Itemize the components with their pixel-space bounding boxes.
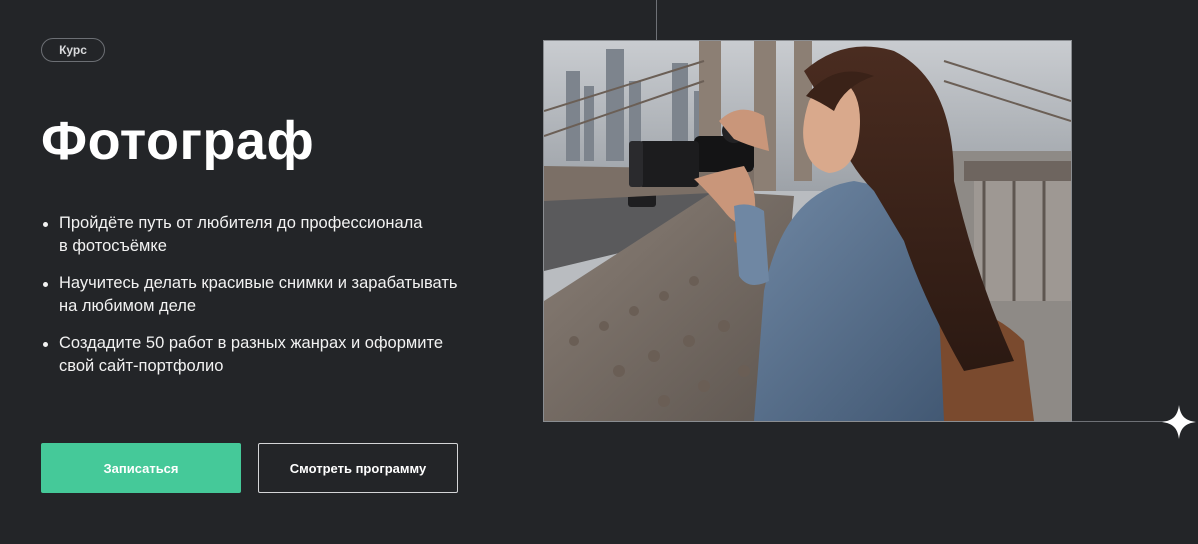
benefit-text-line: на любимом деле xyxy=(59,297,197,315)
enroll-button[interactable]: Записаться xyxy=(41,443,241,493)
decorative-vertical-line xyxy=(656,0,657,40)
photo-illustration xyxy=(544,41,1071,421)
hero-photo xyxy=(543,40,1072,422)
benefit-item: Создадите 50 работ в разных жанрах и офо… xyxy=(41,332,511,378)
benefit-item: Научитесь делать красивые снимки и зараб… xyxy=(41,272,511,318)
benefit-text-line: Научитесь делать красивые снимки и зараб… xyxy=(59,274,458,292)
benefit-text-line: Пройдёте путь от любителя до профессиона… xyxy=(59,214,423,232)
course-hero: Курс Фотограф Пройдёте путь от любителя … xyxy=(0,0,1198,544)
course-badge: Курс xyxy=(41,38,105,62)
sparkle-icon xyxy=(1162,405,1196,439)
benefit-text-line: Создадите 50 работ в разных жанрах и офо… xyxy=(59,334,444,352)
benefits-list: Пройдёте путь от любителя до профессиона… xyxy=(41,212,511,392)
decorative-horizontal-line xyxy=(1072,421,1168,422)
page-title: Фотограф xyxy=(41,111,315,171)
view-program-button[interactable]: Смотреть программу xyxy=(258,443,458,493)
benefit-text-line: в фотосъёмке xyxy=(59,237,167,255)
benefit-item: Пройдёте путь от любителя до профессиона… xyxy=(41,212,511,258)
benefit-text-line: свой сайт-портфолио xyxy=(59,357,224,375)
